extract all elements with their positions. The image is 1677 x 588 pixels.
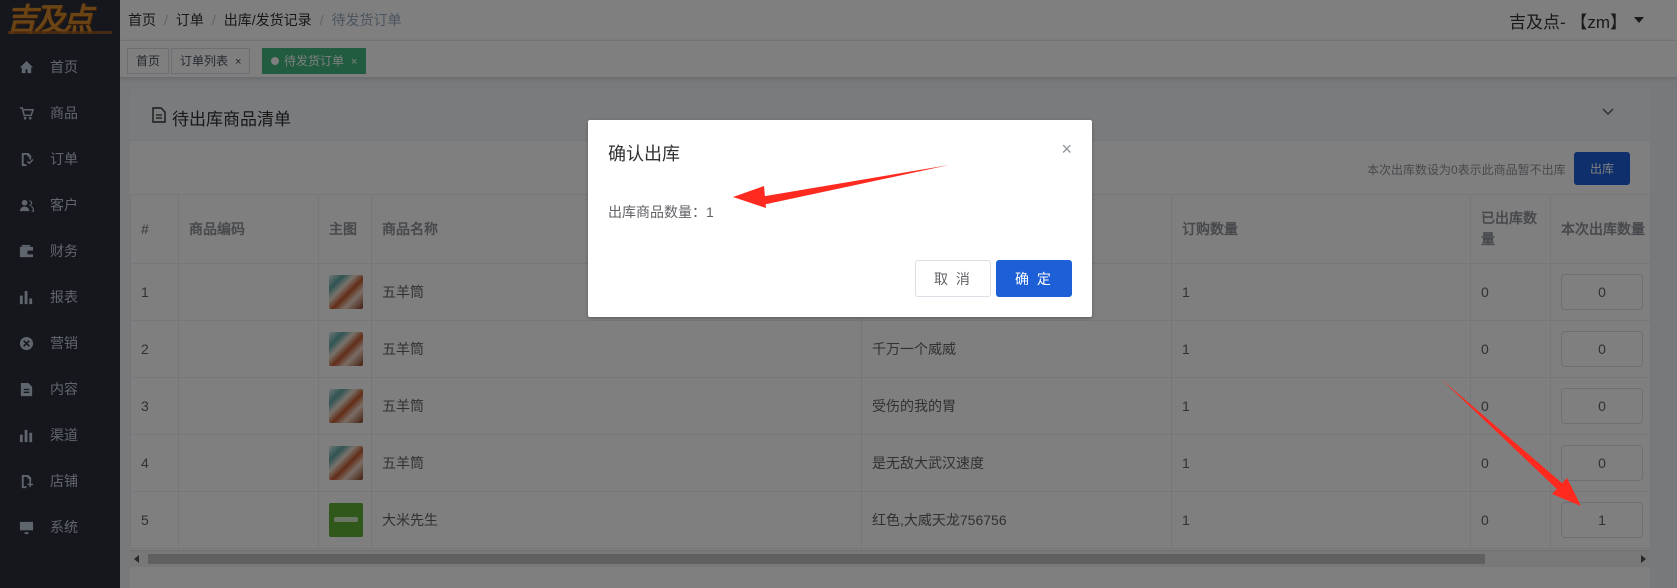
cancel-button[interactable]: 取 消 — [915, 260, 991, 297]
confirm-button[interactable]: 确 定 — [996, 260, 1072, 297]
close-icon[interactable]: × — [1061, 140, 1072, 158]
dialog-message: 出库商品数量：1 — [608, 204, 714, 220]
dialog-title: 确认出库 — [608, 144, 680, 164]
confirm-shipment-dialog: 确认出库 × 出库商品数量：1 取 消 确 定 — [588, 120, 1092, 317]
